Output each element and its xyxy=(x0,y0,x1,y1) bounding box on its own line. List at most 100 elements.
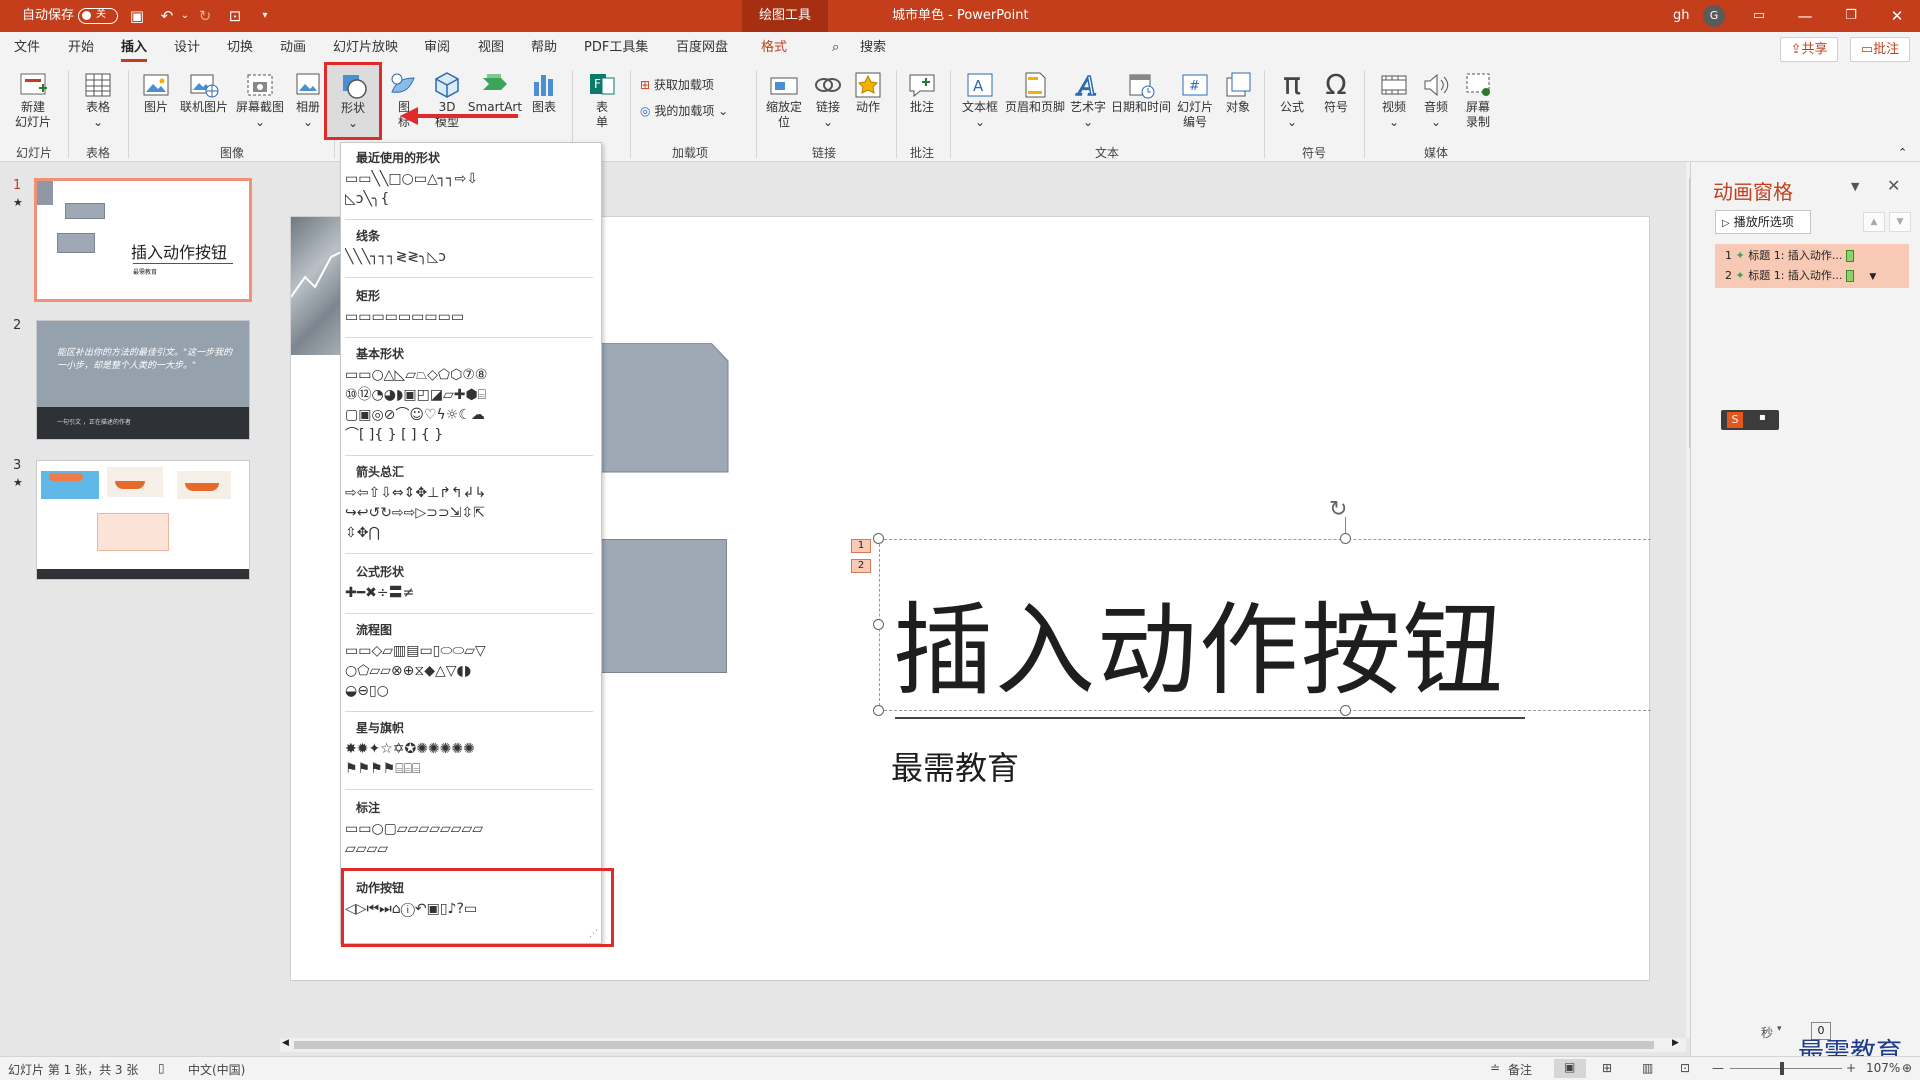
tab-view[interactable]: 视图 xyxy=(478,32,504,64)
get-addins-button[interactable]: ⊞ 获取加载项 xyxy=(640,74,714,96)
gallery-row[interactable]: ○⬠▱▱⊗⊕⧖◆△▽◖◗ xyxy=(345,661,595,681)
restore-icon[interactable]: ❐ xyxy=(1828,0,1874,32)
photo-album-button[interactable]: 相册 ⌄ xyxy=(288,68,328,138)
slide-number-button[interactable]: # 幻灯片 编号 xyxy=(1172,68,1218,138)
animation-tag-2[interactable]: 2 xyxy=(851,559,871,573)
slide-thumbnail-3[interactable] xyxy=(36,460,250,580)
tab-slideshow[interactable]: 幻灯片放映 xyxy=(333,32,398,64)
resize-handle[interactable] xyxy=(873,619,884,630)
zoom-level[interactable]: 107% xyxy=(1866,1061,1900,1075)
notes-button[interactable]: 备注 xyxy=(1508,1061,1532,1078)
slide-subtitle[interactable]: 最需教育 xyxy=(891,743,1019,789)
tab-home[interactable]: 开始 xyxy=(68,32,94,64)
reading-view-icon[interactable]: ▥ xyxy=(1642,1061,1653,1075)
tab-review[interactable]: 审阅 xyxy=(424,32,450,64)
normal-view-button[interactable]: ▣ xyxy=(1554,1059,1586,1078)
equation-button[interactable]: π 公式 ⌄ xyxy=(1272,68,1312,138)
date-time-button[interactable]: 日期和时间 xyxy=(1110,68,1172,138)
screen-recording-button[interactable]: 屏幕 录制 xyxy=(1458,68,1498,138)
slide-thumbnail-1[interactable]: 插入动作按钮 最需教育 xyxy=(34,178,252,302)
gallery-row[interactable]: ↪↩↺↻⇨⇨▷⊃⊃⇲⇳⇱ xyxy=(345,503,595,523)
comments-button[interactable]: ▭批注 xyxy=(1850,37,1910,62)
insert-comment-button[interactable]: 批注 xyxy=(902,68,942,138)
zoom-in-icon[interactable]: + xyxy=(1846,1061,1856,1075)
save-icon[interactable]: ▣ xyxy=(128,7,146,25)
my-addins-button[interactable]: ◎ 我的加载项 ⌄ xyxy=(640,100,728,122)
slide-title[interactable]: 插入动作按钮 xyxy=(893,569,1505,714)
picture-button[interactable]: 图片 xyxy=(136,68,176,138)
animation-item-1[interactable]: 1 ✦ 标题 1: 插入动作... xyxy=(1715,246,1909,266)
gallery-row[interactable]: ╲╲╲┐┐┐≷≷╮◺ↄ xyxy=(345,247,595,267)
gallery-row[interactable]: ◒⊖▯○ xyxy=(345,681,595,701)
zoom-out-icon[interactable]: — xyxy=(1712,1061,1724,1075)
textbox-button[interactable]: A 文本框 ⌄ xyxy=(956,68,1004,138)
gallery-row[interactable]: ⑩⑫◔◕◗▣◰◪▱✚⬢⌸ xyxy=(345,385,595,405)
gallery-row[interactable]: ▱▱▱▱ xyxy=(345,839,595,859)
animation-item-2[interactable]: 2 ✦ 标题 1: 插入动作... ▼ xyxy=(1715,266,1909,286)
symbol-button[interactable]: Ω 符号 xyxy=(1316,68,1356,138)
item-dropdown-icon[interactable]: ▼ xyxy=(1869,272,1876,282)
collapse-ribbon-icon[interactable]: ⌃ xyxy=(1898,146,1907,159)
autosave-toggle[interactable]: 关 xyxy=(78,8,118,24)
gallery-row[interactable]: ▭▭╲╲□○▭△┐┐⇨⇩ xyxy=(345,169,595,189)
redo-icon[interactable]: ↻ xyxy=(196,7,214,25)
ribbon-display-icon[interactable]: ▭ xyxy=(1736,0,1782,32)
scroll-left-icon[interactable]: ◀ xyxy=(282,1038,289,1048)
new-slide-button[interactable]: 新建 幻灯片 xyxy=(6,68,60,138)
gallery-row[interactable]: ⇨⇦⇧⇩⇔⇕✥⊥↱↰↲↳ xyxy=(345,483,595,503)
slide-sorter-icon[interactable]: ⊞ xyxy=(1602,1061,1612,1075)
slide-image[interactable] xyxy=(291,217,343,355)
resize-handle[interactable] xyxy=(873,705,884,716)
gallery-row[interactable]: ✚━✖÷〓≠ xyxy=(345,583,595,603)
seconds-dropdown-icon[interactable]: ▾ xyxy=(1777,1024,1782,1034)
search-label[interactable]: 搜索 xyxy=(860,32,886,64)
wordart-button[interactable]: A 艺术字 ⌄ xyxy=(1066,68,1110,138)
audio-button[interactable]: 音频 ⌄ xyxy=(1416,68,1456,138)
present-icon[interactable]: ⊡ xyxy=(226,7,244,25)
chart-button[interactable]: 图表 xyxy=(524,68,564,138)
animation-tag-1[interactable]: 1 xyxy=(851,539,871,553)
online-picture-button[interactable]: 联机图片 xyxy=(176,68,232,138)
video-button[interactable]: 视频 ⌄ xyxy=(1374,68,1414,138)
zoom-slider[interactable] xyxy=(1730,1068,1842,1069)
horizontal-scrollbar[interactable]: ◀ ▶ xyxy=(280,1038,1686,1052)
resize-handle[interactable] xyxy=(873,533,884,544)
close-icon[interactable]: ✕ xyxy=(1874,0,1920,32)
avatar[interactable]: G xyxy=(1703,5,1725,27)
search-icon[interactable]: ⌕ xyxy=(832,32,839,64)
slideshow-icon[interactable]: ⊡ xyxy=(1680,1061,1690,1075)
tab-baidu-netdisk[interactable]: 百度网盘 xyxy=(676,32,728,64)
gallery-row[interactable]: ◺ↄ╲╮{ xyxy=(345,189,595,209)
scroll-thumb[interactable] xyxy=(294,1041,1654,1049)
screenshot-button[interactable]: 屏幕截图 ⌄ xyxy=(232,68,288,138)
pane-options-icon[interactable]: ▼ xyxy=(1851,180,1859,193)
shapes-button[interactable]: 形状 ⌄ xyxy=(324,62,382,140)
gallery-row[interactable]: ▭▭◇▱▥▤▭▯⬭⬭▱▽ xyxy=(345,641,595,661)
tab-animations[interactable]: 动画 xyxy=(280,32,306,64)
pane-close-icon[interactable]: ✕ xyxy=(1887,176,1900,195)
gallery-row[interactable]: ⌒[ ]{ } [ ] { } xyxy=(345,425,595,445)
ime-toolbar[interactable]: S ▪ xyxy=(1721,410,1779,430)
resize-handle[interactable] xyxy=(1340,533,1351,544)
gallery-row[interactable]: ✸✹✦☆✡✪✺✺✺✺✺ xyxy=(345,739,595,759)
language-indicator[interactable]: 中文(中国) xyxy=(188,1061,245,1078)
tab-format[interactable]: 格式 xyxy=(761,32,787,64)
header-footer-button[interactable]: 页眉和页脚 xyxy=(1004,68,1066,138)
action-button[interactable]: 动作 xyxy=(848,68,888,138)
minimize-icon[interactable]: — xyxy=(1782,0,1828,32)
tab-transitions[interactable]: 切换 xyxy=(227,32,253,64)
seconds-label[interactable]: 秒 xyxy=(1761,1024,1773,1041)
link-button[interactable]: 链接 ⌄ xyxy=(808,68,848,138)
move-down-icon[interactable]: ▼ xyxy=(1889,212,1911,232)
undo-icon[interactable]: ↶ xyxy=(158,7,176,25)
share-button[interactable]: ⇪共享 xyxy=(1780,37,1838,62)
notes-icon[interactable]: ≐ xyxy=(1490,1061,1500,1075)
tab-file[interactable]: 文件 xyxy=(14,32,40,64)
tab-pdf-tools[interactable]: PDF工具集 xyxy=(584,32,648,64)
pentagon-shape[interactable] xyxy=(591,343,729,473)
gallery-row[interactable]: ▭▭○▢▱▱▱▱▱▱▱▱ xyxy=(345,819,595,839)
fit-slide-icon[interactable]: ⊕ xyxy=(1902,1061,1912,1075)
gallery-row[interactable]: ▭▭▭▭▭▭▭▭▭ xyxy=(345,307,595,327)
tab-design[interactable]: 设计 xyxy=(174,32,200,64)
tab-help[interactable]: 帮助 xyxy=(531,32,557,64)
